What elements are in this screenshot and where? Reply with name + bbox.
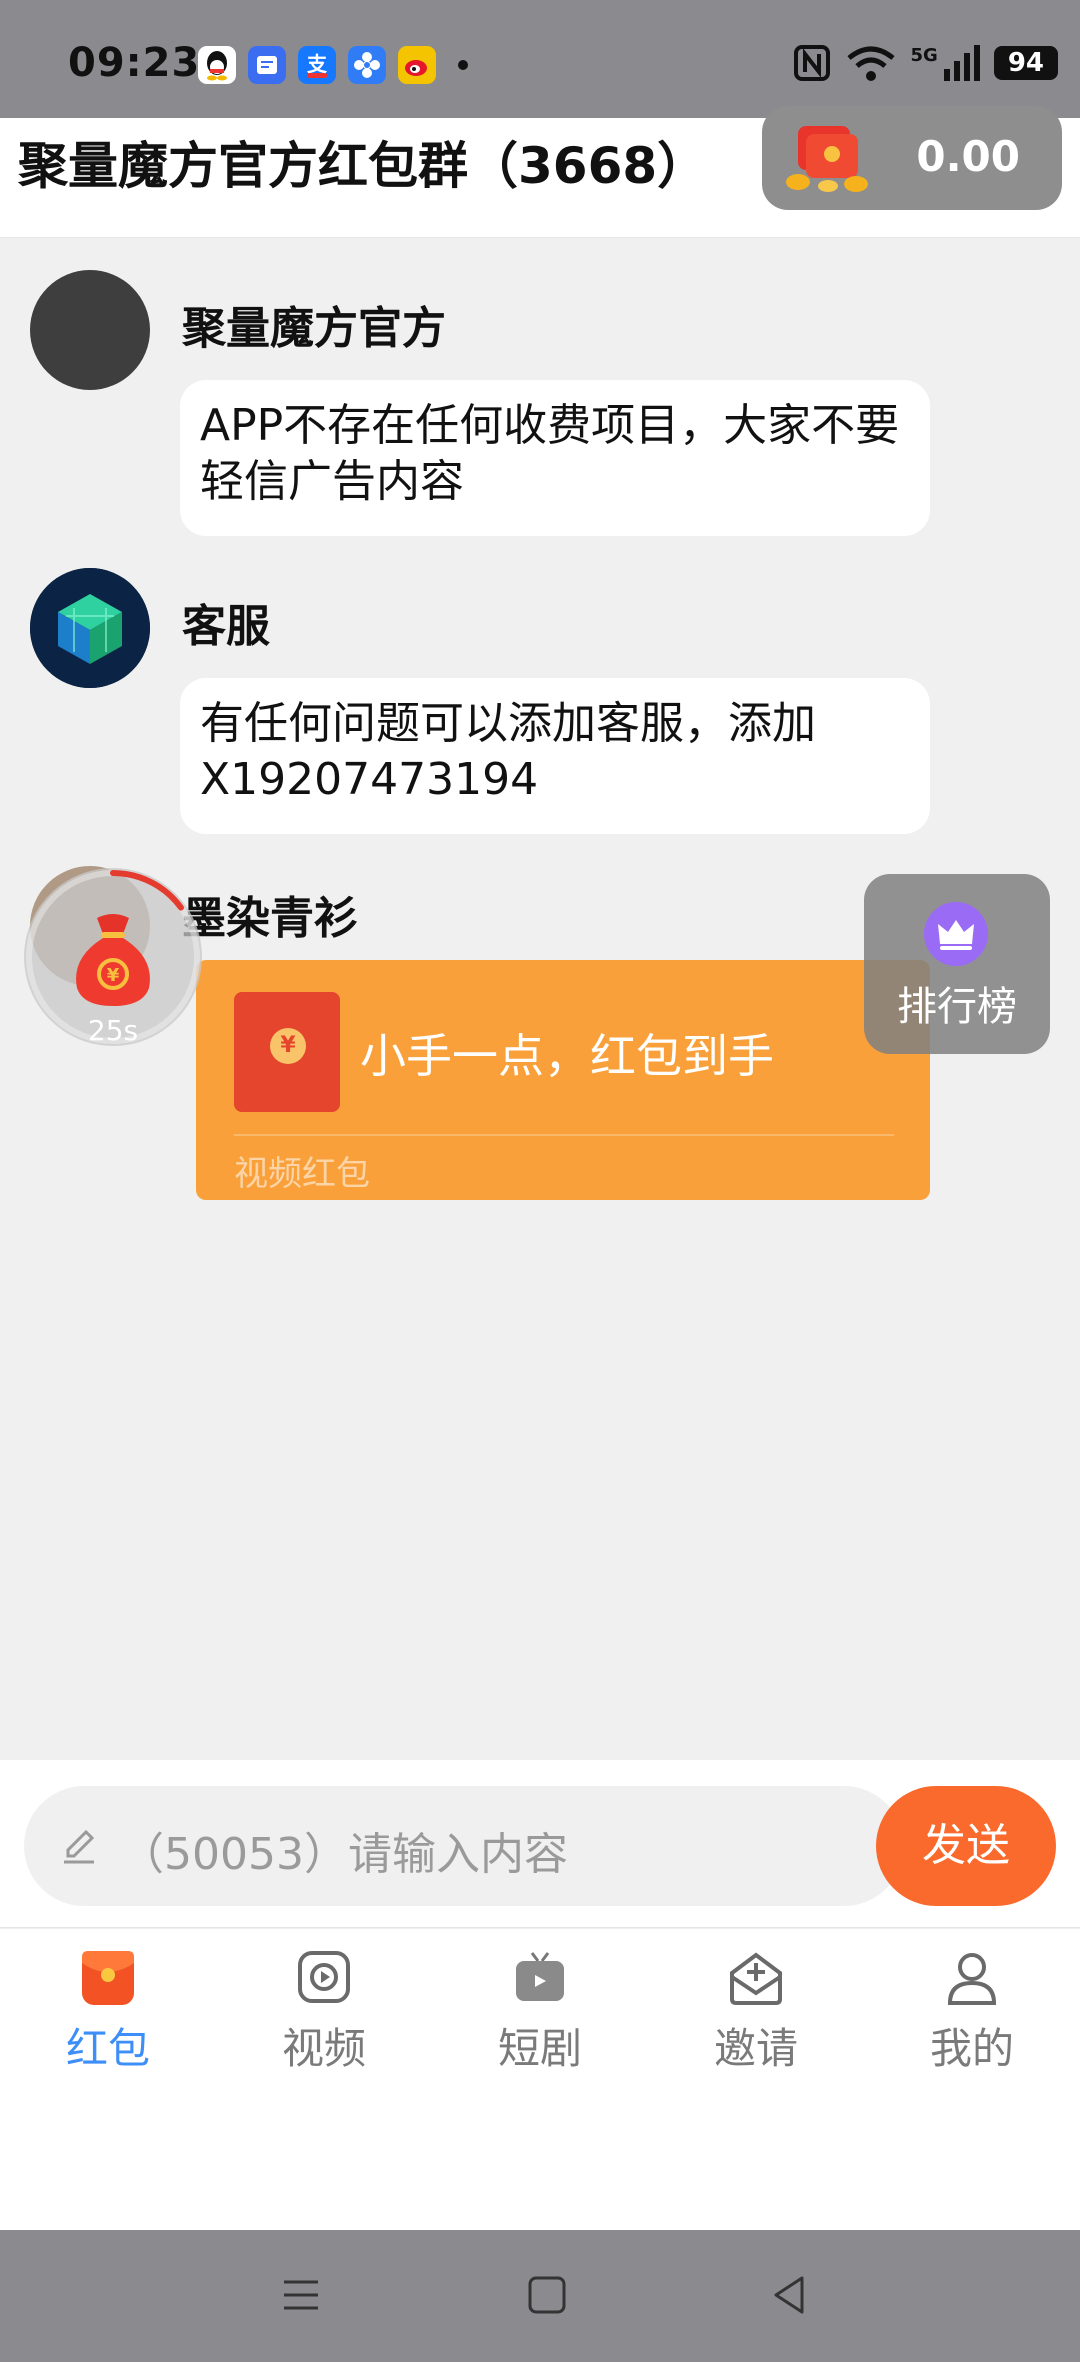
crown-icon: [924, 902, 988, 966]
sender-name: 客服: [182, 601, 270, 652]
red-envelope-icon: ¥: [234, 992, 340, 1112]
svg-text:¥: ¥: [107, 965, 120, 986]
tab-video[interactable]: 视频: [216, 1947, 432, 2087]
battery-indicator: 94: [993, 46, 1058, 80]
profile-icon: [942, 1947, 1002, 2007]
mail-icon: [248, 46, 286, 84]
red-packet-stack-icon: [786, 126, 868, 192]
avatar[interactable]: [30, 568, 150, 688]
pinwheel-icon: [348, 46, 386, 84]
tab-label: 红包: [65, 2024, 150, 2073]
menu-icon[interactable]: [276, 2270, 326, 2320]
countdown-seconds: 25s: [87, 1014, 139, 1047]
status-right: 5G 94: [793, 44, 1058, 82]
tab-label: 我的: [929, 2024, 1014, 2073]
home-icon[interactable]: [522, 2270, 572, 2320]
video-icon: [294, 1947, 354, 2007]
tab-label: 邀请: [713, 2024, 798, 2073]
back-icon[interactable]: [764, 2270, 814, 2320]
sender-name: 聚量魔方官方: [182, 303, 446, 354]
ranking-label: 排行榜: [897, 984, 1017, 1030]
input-placeholder: （50053）请输入内容: [120, 1829, 568, 1880]
invite-icon: [726, 1947, 786, 2007]
balance-pill[interactable]: 0.00: [762, 106, 1062, 210]
message-bubble: APP不存在任何收费项目，大家不要轻信广告内容: [180, 380, 930, 536]
network-type: 5G: [910, 45, 938, 66]
red-packet-icon: [78, 1947, 138, 2007]
message-bubble: 有任何问题可以添加客服，添加X19207473194: [180, 678, 930, 834]
balance-value: 0.00: [916, 132, 1020, 181]
red-packet-type: 视频红包: [234, 1154, 370, 1194]
red-packet-card[interactable]: ¥ 小手一点，红包到手 视频红包: [196, 960, 930, 1200]
money-bag-icon: ¥: [76, 914, 150, 1006]
status-app-icons: 支: [198, 46, 468, 84]
nfc-icon: [793, 45, 830, 81]
tab-invite[interactable]: 邀请: [648, 1947, 864, 2087]
message-input[interactable]: （50053）请输入内容: [24, 1786, 904, 1906]
red-packet-text: 小手一点，红包到手: [360, 1029, 774, 1083]
sender-name: 墨染青衫: [182, 893, 358, 944]
pencil-icon: [64, 1829, 95, 1864]
status-bar: 09:23 支 5G 94: [0, 0, 1080, 118]
wifi-icon: [846, 46, 895, 81]
weibo-icon: [398, 46, 436, 84]
group-title: 聚量魔方官方红包群（3668）: [18, 137, 708, 195]
tv-icon: [510, 1947, 570, 2007]
coin-icon: ¥: [270, 1028, 306, 1064]
input-bar: （50053）请输入内容 发送: [0, 1760, 1080, 1928]
bottom-tab-bar: 红包 视频 短剧 邀请 我的: [0, 1929, 1080, 2231]
tab-label: 短剧: [497, 2024, 582, 2073]
status-time: 09:23: [68, 40, 201, 86]
tab-label: 视频: [281, 2024, 366, 2073]
countdown-timer[interactable]: ¥ 25s: [24, 868, 202, 1047]
tab-profile[interactable]: 我的: [864, 1947, 1080, 2087]
alipay-icon: 支: [298, 46, 336, 84]
tab-red-packet[interactable]: 红包: [0, 1947, 216, 2087]
packet-divider: [234, 1134, 894, 1136]
system-nav-bar: [0, 2230, 1080, 2362]
notification-dot: [458, 60, 468, 70]
tab-drama[interactable]: 短剧: [432, 1947, 648, 2087]
qq-icon: [198, 46, 236, 84]
send-button[interactable]: 发送: [876, 1786, 1056, 1906]
signal-icon: 5G: [911, 45, 980, 81]
avatar[interactable]: [30, 270, 150, 390]
svg-text:支: 支: [307, 52, 328, 76]
cube-icon: [30, 568, 150, 688]
ranking-button[interactable]: 排行榜: [864, 874, 1050, 1054]
